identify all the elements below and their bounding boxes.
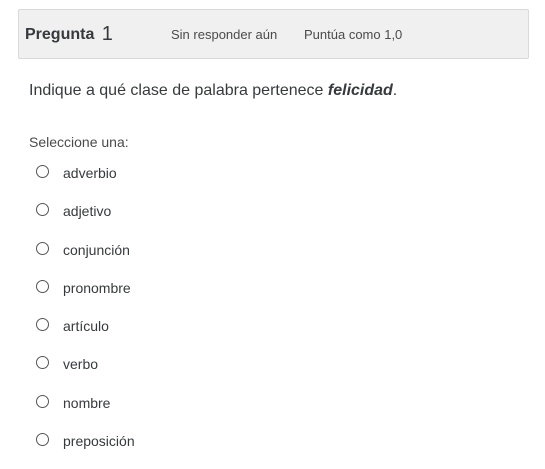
- question-title: Pregunta 1: [25, 22, 113, 45]
- radio-button[interactable]: [36, 433, 49, 447]
- question-text-after: .: [392, 82, 398, 99]
- answer-option-preposicion[interactable]: preposición: [36, 431, 135, 469]
- radio-button[interactable]: [36, 356, 49, 370]
- answer-label[interactable]: artículo: [63, 317, 109, 335]
- radio-button[interactable]: [36, 318, 49, 332]
- answer-label[interactable]: nombre: [63, 394, 110, 412]
- answer-label[interactable]: adverbio: [63, 164, 117, 182]
- question-emphasis-word: felicidad: [327, 82, 393, 99]
- question-number: 1: [101, 23, 113, 45]
- radio-button[interactable]: [36, 203, 49, 217]
- radio-button[interactable]: [36, 165, 49, 178]
- question-text: Indique a qué clase de palabra pertenece…: [29, 82, 397, 100]
- answer-label[interactable]: adjetivo: [63, 202, 111, 220]
- answer-option-adjetivo[interactable]: adjetivo: [36, 201, 135, 239]
- answer-option-nombre[interactable]: nombre: [36, 393, 135, 431]
- question-state: Sin responder aún: [171, 27, 278, 42]
- answer-option-conjuncion[interactable]: conjunción: [36, 240, 135, 278]
- answer-label[interactable]: pronombre: [63, 279, 131, 297]
- answer-label[interactable]: verbo: [63, 355, 98, 373]
- answer-option-adverbio[interactable]: adverbio: [36, 163, 135, 201]
- radio-button[interactable]: [36, 279, 49, 293]
- question-grade: Puntúa como 1,0: [304, 27, 403, 42]
- question-text-before: Indique a qué clase de palabra pertenece: [29, 82, 328, 99]
- answer-option-articulo[interactable]: artículo: [36, 316, 135, 354]
- answer-option-pronombre[interactable]: pronombre: [36, 278, 135, 316]
- answer-option-verbo[interactable]: verbo: [36, 354, 135, 392]
- answer-label[interactable]: preposición: [63, 432, 135, 450]
- radio-button[interactable]: [36, 394, 49, 408]
- answer-label[interactable]: conjunción: [63, 241, 130, 259]
- question-label: Pregunta: [25, 26, 95, 43]
- answer-prompt: Seleccione una:: [29, 134, 129, 150]
- question-info-header: Pregunta 1 Sin responder aún Puntúa como…: [18, 9, 529, 59]
- answer-list: adverbio adjetivo conjunción pronombre a…: [36, 163, 135, 469]
- radio-button[interactable]: [36, 241, 49, 255]
